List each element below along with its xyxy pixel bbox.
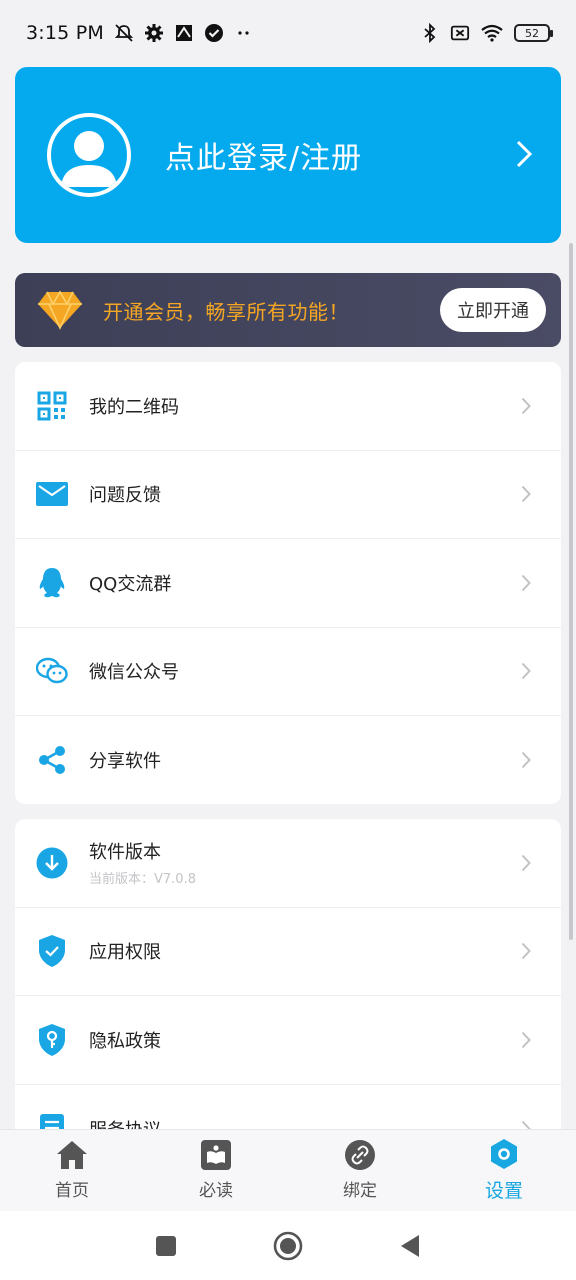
status-right: 52 — [420, 23, 553, 43]
chevron-right-icon — [516, 140, 533, 168]
tab-label: 必读 — [199, 1181, 233, 1201]
menu-item-version[interactable]: 软件版本 当前版本：V7.0.8 — [15, 819, 561, 908]
settings-hex-icon — [491, 1139, 517, 1169]
check-circle-icon — [204, 24, 223, 42]
sim-off-icon — [450, 25, 470, 41]
home-circle-icon[interactable] — [273, 1231, 303, 1261]
qq-penguin-icon — [35, 566, 69, 600]
vip-text: 开通会员，畅享所有功能！ — [103, 299, 349, 324]
menu-label: 我的二维码 — [89, 396, 179, 418]
status-bar: 3:15 PM 52 — [0, 0, 576, 66]
menu-label: 微信公众号 — [89, 662, 179, 684]
menu-item-qrcode[interactable]: 我的二维码 — [15, 362, 561, 451]
status-left: 3:15 PM — [26, 22, 254, 44]
home-icon — [57, 1141, 87, 1169]
wechat-icon — [35, 654, 69, 688]
vip-open-button[interactable]: 立即开通 — [440, 288, 546, 332]
bottom-tab-bar: 首页 必读 绑定 设置 — [0, 1129, 576, 1211]
menu-label: QQ交流群 — [89, 573, 172, 595]
chevron-right-icon — [521, 574, 531, 591]
tab-label: 首页 — [55, 1181, 89, 1201]
battery-icon: 52 — [514, 24, 553, 42]
mail-icon — [35, 477, 69, 511]
tab-must-read[interactable]: 必读 — [144, 1130, 288, 1211]
menu-item-qq-group[interactable]: QQ交流群 — [15, 539, 561, 628]
link-icon — [345, 1140, 375, 1170]
wifi-icon — [481, 24, 503, 42]
gear-icon — [144, 24, 163, 42]
chevron-right-icon — [521, 752, 531, 769]
book-icon — [201, 1140, 231, 1170]
back-triangle-icon[interactable] — [399, 1234, 421, 1258]
tab-label: 设置 — [484, 1180, 523, 1202]
menu-item-share[interactable]: 分享软件 — [15, 716, 561, 804]
recents-square-icon[interactable] — [155, 1235, 177, 1257]
menu-label: 软件版本 — [89, 842, 161, 864]
menu-item-permissions[interactable]: 应用权限 — [15, 908, 561, 996]
scrollbar[interactable] — [569, 243, 573, 940]
version-text-wrap: 软件版本 当前版本：V7.0.8 — [89, 838, 196, 887]
shield-key-icon — [35, 1023, 69, 1057]
menu-label: 应用权限 — [89, 942, 161, 964]
chevron-right-icon — [521, 486, 531, 503]
chevron-right-icon — [521, 943, 531, 960]
system-nav-bar — [0, 1211, 576, 1280]
status-time: 3:15 PM — [26, 22, 104, 44]
version-subtitle: 当前版本：V7.0.8 — [89, 872, 196, 888]
share-icon — [35, 743, 69, 777]
chevron-right-icon — [521, 663, 531, 680]
qr-code-icon — [35, 389, 69, 423]
menu-item-feedback[interactable]: 问题反馈 — [15, 451, 561, 539]
login-card[interactable]: 点此登录/注册 — [15, 67, 561, 243]
chevron-right-icon — [521, 397, 531, 414]
menu-label: 隐私政策 — [89, 1030, 161, 1052]
menu-item-wechat[interactable]: 微信公众号 — [15, 628, 561, 716]
menu-item-privacy[interactable]: 隐私政策 — [15, 996, 561, 1085]
avatar-icon — [47, 113, 131, 197]
vip-banner[interactable]: 开通会员，畅享所有功能！ 立即开通 — [15, 273, 561, 347]
login-text: 点此登录/注册 — [165, 141, 363, 176]
tab-bind[interactable]: 绑定 — [288, 1130, 432, 1211]
chevron-right-icon — [521, 854, 531, 871]
diamond-icon — [38, 290, 82, 330]
tab-home[interactable]: 首页 — [0, 1130, 144, 1211]
chevron-right-icon — [521, 1031, 531, 1048]
app-icon — [175, 25, 192, 41]
mute-icon — [114, 24, 134, 42]
shield-check-icon — [35, 934, 69, 968]
menu-label: 分享软件 — [89, 751, 161, 773]
menu-label: 问题反馈 — [89, 485, 161, 507]
menu-group-2: 软件版本 当前版本：V7.0.8 应用权限 隐私政策 — [15, 819, 561, 1139]
tab-label: 绑定 — [343, 1181, 377, 1201]
download-icon — [35, 846, 69, 880]
more-dots-icon — [238, 31, 249, 35]
bluetooth-icon — [424, 23, 436, 43]
menu-group-1: 我的二维码 问题反馈 QQ交流群 微信公众号 分享软件 — [15, 362, 561, 804]
tab-settings[interactable]: 设置 — [432, 1130, 576, 1211]
